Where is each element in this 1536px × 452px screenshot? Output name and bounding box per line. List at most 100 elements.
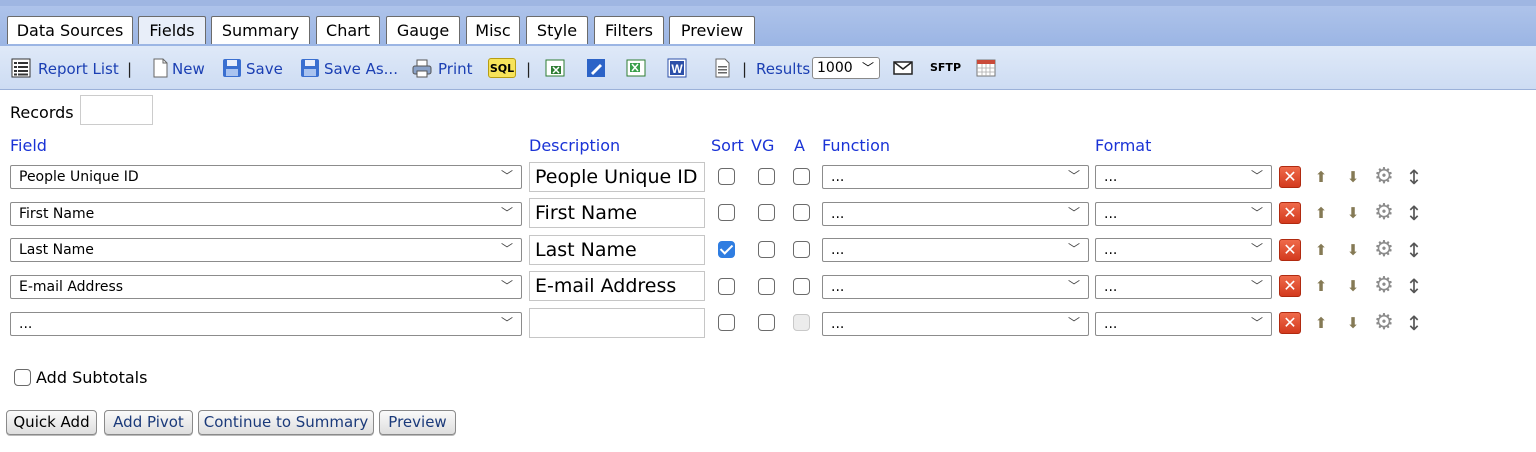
field-select[interactable]: People Unique ID ﹀ <box>10 165 522 189</box>
drag-handle-icon[interactable]: ↕ <box>1403 239 1425 261</box>
chevron-down-icon: ﹀ <box>1250 206 1263 220</box>
delete-row-icon[interactable]: ✕ <box>1279 312 1301 334</box>
a-checkbox[interactable] <box>793 241 810 258</box>
move-up-icon[interactable]: ⬆ <box>1310 312 1332 334</box>
format-select[interactable]: ... ﹀ <box>1095 312 1272 336</box>
sort-checkbox[interactable] <box>718 278 735 295</box>
vg-checkbox[interactable] <box>758 314 775 331</box>
move-down-icon[interactable]: ⬇ <box>1342 275 1364 297</box>
move-down-icon[interactable]: ⬇ <box>1342 202 1364 224</box>
export-excel-icon[interactable] <box>545 58 565 78</box>
move-up-icon[interactable]: ⬆ <box>1310 202 1332 224</box>
description-input[interactable]: People Unique ID <box>529 162 705 192</box>
function-select[interactable]: ... ﹀ <box>822 275 1089 299</box>
gear-icon[interactable]: ⚙ <box>1373 275 1395 297</box>
field-header: Field <box>10 136 47 155</box>
move-up-icon[interactable]: ⬆ <box>1310 166 1332 188</box>
delete-row-icon[interactable]: ✕ <box>1279 202 1301 224</box>
tab-filters[interactable]: Filters <box>594 16 664 44</box>
field-select[interactable]: First Name ﹀ <box>10 202 522 226</box>
field-select[interactable]: ... ﹀ <box>10 312 522 336</box>
export-spreadsheet-icon[interactable] <box>626 58 646 78</box>
continue-to-summary-button[interactable]: Continue to Summary <box>198 410 374 435</box>
save-icon[interactable] <box>222 58 242 78</box>
print-icon[interactable] <box>412 58 432 78</box>
add-subtotals-checkbox[interactable] <box>14 369 31 386</box>
a-checkbox[interactable] <box>793 278 810 295</box>
description-input[interactable]: Last Name <box>529 235 705 265</box>
format-select[interactable]: ... ﹀ <box>1095 202 1272 226</box>
description-input[interactable]: First Name <box>529 198 705 228</box>
save-as-icon[interactable] <box>300 58 320 78</box>
move-up-icon[interactable]: ⬆ <box>1310 239 1332 261</box>
quick-add-button[interactable]: Quick Add <box>6 410 97 435</box>
sql-icon[interactable]: SQL <box>488 58 516 78</box>
sort-checkbox[interactable] <box>718 314 735 331</box>
move-down-icon[interactable]: ⬇ <box>1342 239 1364 261</box>
format-select[interactable]: ... ﹀ <box>1095 275 1272 299</box>
new-link[interactable]: New <box>172 59 205 79</box>
sort-checkbox[interactable] <box>718 241 735 258</box>
vg-checkbox[interactable] <box>758 278 775 295</box>
drag-handle-icon[interactable]: ↕ <box>1403 166 1425 188</box>
vg-checkbox[interactable] <box>758 241 775 258</box>
function-select[interactable]: ... ﹀ <box>822 238 1089 262</box>
field-select[interactable]: E-mail Address ﹀ <box>10 275 522 299</box>
tab-fields[interactable]: Fields <box>138 16 206 44</box>
records-input[interactable] <box>80 95 153 125</box>
svg-text:W: W <box>671 62 683 76</box>
field-select-value: People Unique ID <box>19 169 139 185</box>
export-word-icon[interactable]: W <box>667 58 687 78</box>
sort-checkbox[interactable] <box>718 204 735 221</box>
preview-button[interactable]: Preview <box>379 410 456 435</box>
format-select[interactable]: ... ﹀ <box>1095 165 1272 189</box>
save-as-link[interactable]: Save As... <box>324 59 398 79</box>
gear-icon[interactable]: ⚙ <box>1373 239 1395 261</box>
results-select[interactable]: 1000 ﹀ <box>812 57 880 79</box>
format-select[interactable]: ... ﹀ <box>1095 238 1272 262</box>
move-down-icon[interactable]: ⬇ <box>1342 312 1364 334</box>
move-up-icon[interactable]: ⬆ <box>1310 275 1332 297</box>
tab-gauge[interactable]: Gauge <box>386 16 460 44</box>
report-list-icon[interactable] <box>11 58 31 78</box>
tab-preview[interactable]: Preview <box>669 16 755 44</box>
schedule-icon[interactable] <box>976 58 996 78</box>
delete-row-icon[interactable]: ✕ <box>1279 166 1301 188</box>
drag-handle-icon[interactable]: ↕ <box>1403 312 1425 334</box>
vg-checkbox[interactable] <box>758 204 775 221</box>
add-pivot-button[interactable]: Add Pivot <box>104 410 193 435</box>
gear-icon[interactable]: ⚙ <box>1373 202 1395 224</box>
function-select[interactable]: ... ﹀ <box>822 165 1089 189</box>
chevron-down-icon: ﹀ <box>500 169 513 183</box>
sort-checkbox[interactable] <box>718 168 735 185</box>
move-down-icon[interactable]: ⬇ <box>1342 166 1364 188</box>
email-icon[interactable] <box>893 58 913 78</box>
vg-header: VG <box>751 136 775 155</box>
print-link[interactable]: Print <box>438 59 473 79</box>
drag-handle-icon[interactable]: ↕ <box>1403 202 1425 224</box>
gear-icon[interactable]: ⚙ <box>1373 312 1395 334</box>
export-edit-icon[interactable] <box>586 58 606 78</box>
description-input[interactable]: E-mail Address <box>529 271 705 301</box>
sftp-icon[interactable]: SFTP <box>930 58 961 78</box>
save-link[interactable]: Save <box>246 59 283 79</box>
vg-checkbox[interactable] <box>758 168 775 185</box>
export-text-icon[interactable] <box>712 58 732 78</box>
delete-row-icon[interactable]: ✕ <box>1279 239 1301 261</box>
description-input[interactable] <box>529 308 705 338</box>
tab-chart[interactable]: Chart <box>316 16 380 44</box>
a-checkbox[interactable] <box>793 204 810 221</box>
report-list-link[interactable]: Report List <box>38 59 119 79</box>
tab-misc[interactable]: Misc <box>466 16 520 44</box>
function-select[interactable]: ... ﹀ <box>822 202 1089 226</box>
tab-style[interactable]: Style <box>526 16 588 44</box>
function-select[interactable]: ... ﹀ <box>822 312 1089 336</box>
gear-icon[interactable]: ⚙ <box>1373 166 1395 188</box>
delete-row-icon[interactable]: ✕ <box>1279 275 1301 297</box>
a-checkbox[interactable] <box>793 168 810 185</box>
tab-data-sources[interactable]: Data Sources <box>7 16 133 44</box>
tab-summary[interactable]: Summary <box>211 16 310 44</box>
field-select[interactable]: Last Name ﹀ <box>10 238 522 262</box>
new-document-icon[interactable] <box>150 58 170 78</box>
drag-handle-icon[interactable]: ↕ <box>1403 275 1425 297</box>
